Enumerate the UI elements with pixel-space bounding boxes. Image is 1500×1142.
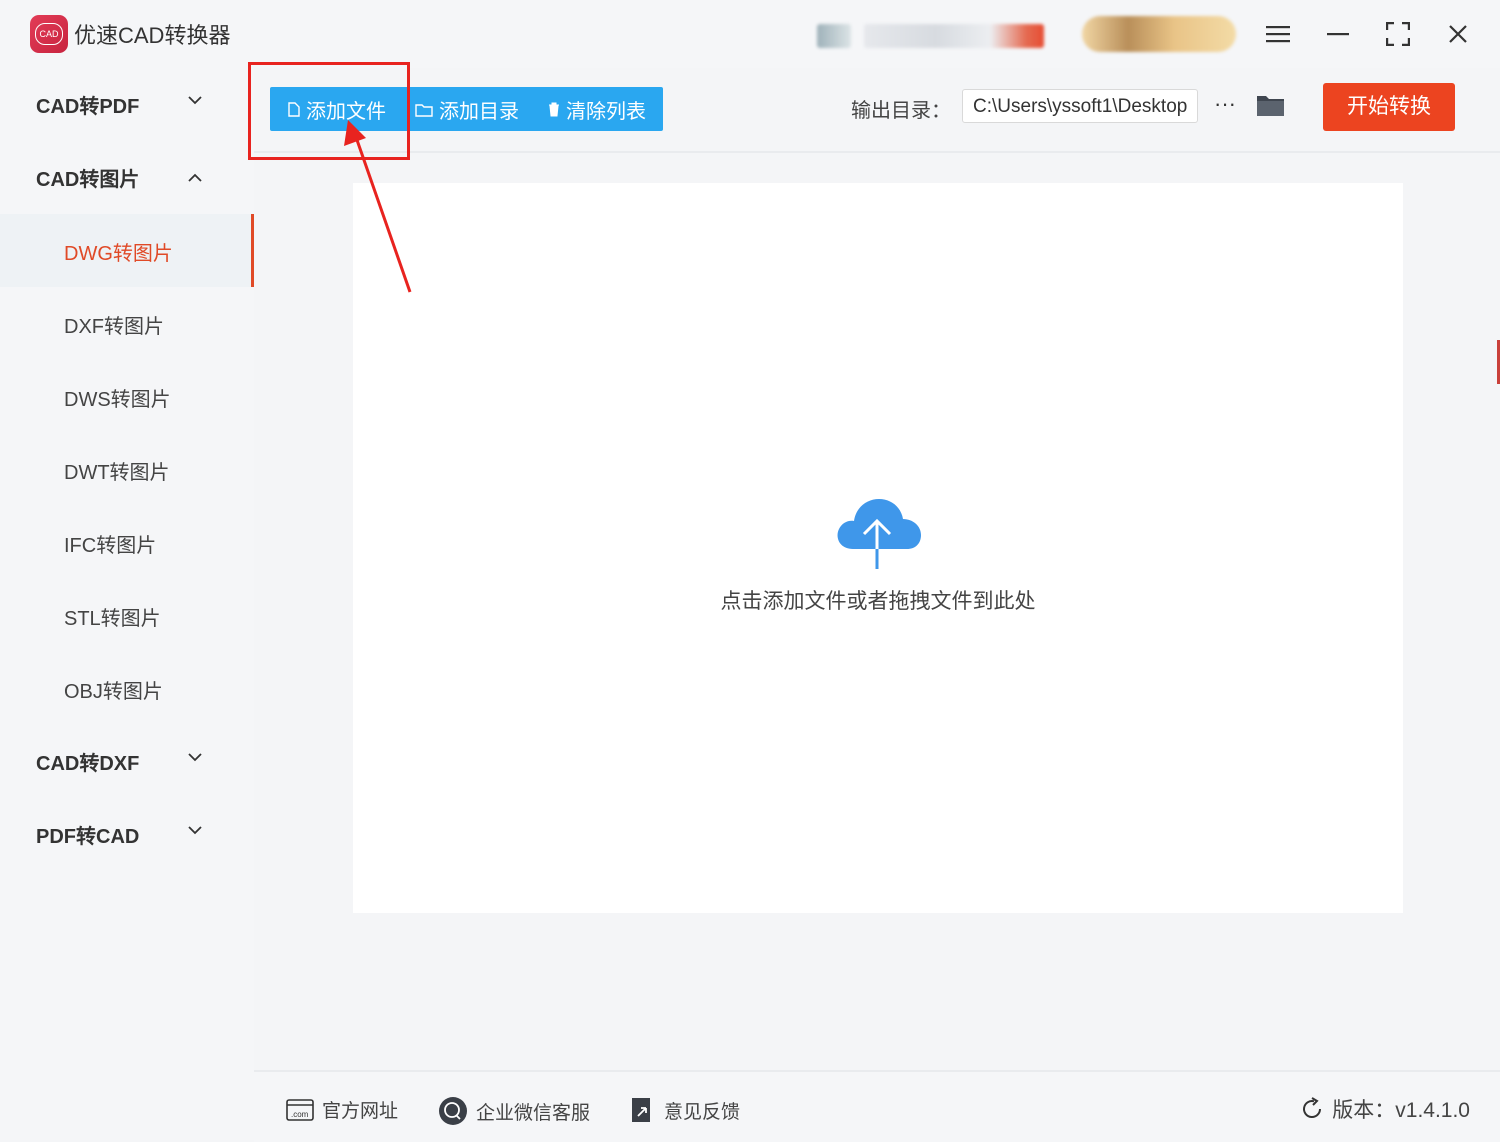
minimize-icon (1327, 33, 1349, 36)
wechat-support-link[interactable]: 企业微信客服 (438, 1096, 590, 1126)
output-dir-label: 输出目录： (851, 100, 951, 122)
maximize-icon (1386, 22, 1410, 46)
feedback-label: 意见反馈 (664, 1101, 741, 1123)
sidebar-item-label: DXF转图片 (64, 316, 164, 338)
svg-text:.com: .com (291, 1110, 309, 1119)
sidebar-item-label: DWG转图片 (64, 243, 173, 265)
vip-badge-blurred[interactable] (1082, 16, 1236, 52)
file-drop-zone[interactable]: 点击添加文件或者拖拽文件到此处 (353, 183, 1403, 913)
sidebar-item-dxf-to-image[interactable]: DXF转图片 (0, 287, 254, 360)
menu-button[interactable] (1258, 14, 1298, 54)
chevron-down-icon (188, 753, 202, 762)
toolbar-divider (254, 151, 1500, 153)
account-name-blurred (864, 24, 1044, 48)
clear-list-label: 清除列表 (566, 100, 646, 123)
wechat-support-label: 企业微信客服 (476, 1102, 591, 1124)
menu-group-label: CAD转图片 (36, 169, 140, 191)
sidebar-item-label: DWS转图片 (64, 389, 171, 411)
folder-open-icon (1257, 96, 1284, 116)
menu-group-cad-to-image[interactable]: CAD转图片 (0, 141, 254, 213)
official-website-link[interactable]: .com 官方网址 (286, 1096, 398, 1123)
drop-zone-hint: 点击添加文件或者拖拽文件到此处 (720, 590, 1036, 613)
sidebar-item-dwg-to-image[interactable]: DWG转图片 (0, 214, 254, 287)
sidebar-item-label: IFC转图片 (64, 535, 157, 557)
menu-group-pdf-to-cad[interactable]: PDF转CAD (0, 798, 254, 870)
clear-list-button[interactable]: 清除列表 (548, 87, 646, 131)
sidebar-item-label: STL转图片 (64, 608, 161, 630)
sidebar-item-stl-to-image[interactable]: STL转图片 (0, 579, 254, 652)
footer-bar: .com 官方网址 企业微信客服 意见反馈 版本：v1.4.1.0 (254, 1070, 1500, 1142)
open-output-folder-button[interactable] (1256, 92, 1288, 120)
folder-icon (415, 103, 433, 117)
add-folder-label: 添加目录 (439, 100, 519, 123)
menu-group-cad-to-dxf[interactable]: CAD转DXF (0, 725, 254, 797)
official-website-label: 官方网址 (322, 1101, 399, 1122)
app-logo: CAD (30, 15, 68, 53)
sidebar-item-label: OBJ转图片 (64, 681, 163, 703)
close-button[interactable] (1438, 14, 1478, 54)
sidebar: CAD转PDF CAD转图片 DWG转图片 DXF转图片 DWS转图片 DWT转… (0, 68, 254, 1140)
maximize-button[interactable] (1378, 14, 1418, 54)
add-folder-button[interactable]: 添加目录 (415, 87, 519, 131)
sidebar-item-ifc-to-image[interactable]: IFC转图片 (0, 506, 254, 579)
trash-icon (549, 102, 559, 116)
menu-group-label: CAD转PDF (36, 96, 140, 118)
feedback-icon (632, 1098, 650, 1122)
sidebar-item-dwt-to-image[interactable]: DWT转图片 (0, 433, 254, 506)
output-dir-field[interactable]: C:\Users\yssoft1\Desktop (962, 89, 1198, 123)
version-label: 版本：v1.4.1.0 (1332, 1099, 1470, 1122)
hamburger-icon (1266, 26, 1290, 43)
chevron-down-icon (188, 96, 202, 105)
version-info: 版本：v1.4.1.0 (1300, 1094, 1470, 1124)
browse-more-button[interactable]: ··· (1210, 92, 1240, 122)
minimize-button[interactable] (1318, 14, 1358, 54)
sidebar-item-obj-to-image[interactable]: OBJ转图片 (0, 652, 254, 725)
sidebar-item-label: DWT转图片 (64, 462, 170, 484)
callout-highlight-box (248, 62, 410, 160)
cloud-upload-icon (837, 499, 921, 569)
menu-group-label: PDF转CAD (36, 826, 140, 848)
app-title: 优速CAD转换器 (74, 23, 231, 48)
app-logo-text: CAD (35, 23, 63, 45)
account-avatar-blurred (817, 24, 851, 48)
menu-group-label: CAD转DXF (36, 753, 140, 775)
menu-group-cad-to-pdf[interactable]: CAD转PDF (0, 68, 254, 140)
close-icon (1449, 25, 1467, 43)
start-convert-button[interactable]: 开始转换 (1323, 83, 1455, 131)
chevron-up-icon (188, 173, 202, 182)
refresh-icon (1303, 1097, 1322, 1118)
chat-icon (439, 1097, 467, 1125)
title-bar: CAD 优速CAD转换器 (0, 0, 1500, 68)
chevron-down-icon (188, 826, 202, 835)
sidebar-item-dws-to-image[interactable]: DWS转图片 (0, 360, 254, 433)
feedback-link[interactable]: 意见反馈 (630, 1096, 740, 1124)
website-icon: .com (286, 1098, 314, 1121)
